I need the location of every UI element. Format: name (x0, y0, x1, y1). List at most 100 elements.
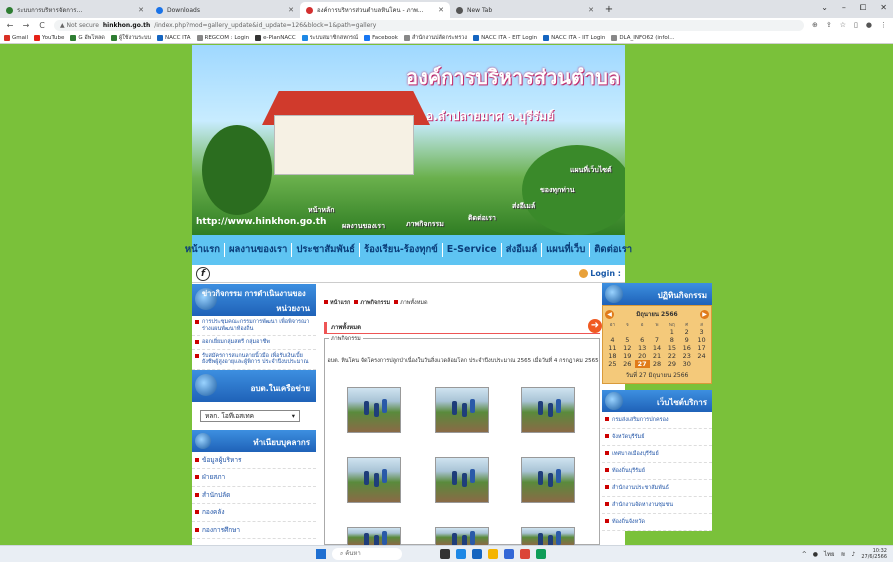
bookmark-item[interactable]: ระบบสมาชิกสหกรณ์ (301, 34, 358, 42)
calendar-day[interactable]: 24 (694, 352, 709, 360)
prev-month-button[interactable]: ◀ (605, 309, 614, 319)
bookmark-item[interactable]: สำนักงานปลัดกระทรวง (403, 34, 467, 42)
calendar-day[interactable]: 19 (620, 352, 635, 360)
calendar-day[interactable]: 26 (620, 360, 635, 368)
calendar-day[interactable]: 18 (605, 352, 620, 360)
line-icon[interactable] (536, 549, 546, 559)
banner-link-email[interactable]: ส่งอีเมล์ (512, 201, 535, 212)
calendar-day[interactable]: 4 (605, 336, 620, 344)
gallery-photo[interactable] (347, 387, 401, 433)
close-icon[interactable]: ✕ (588, 6, 594, 14)
reload-button[interactable]: C (38, 21, 46, 30)
calendar-day[interactable]: 1 (664, 328, 679, 336)
calendar-day[interactable]: 17 (694, 344, 709, 352)
service-link[interactable]: ท้องถิ่นจังหวัด (602, 514, 712, 531)
menu-complaint[interactable]: ร้องเรียน-ร้องทุกข์ (360, 243, 443, 257)
gallery-photo[interactable] (521, 457, 575, 503)
bookmark-item[interactable]: REGCOM : Login (196, 34, 249, 41)
menu-sitemap[interactable]: แผนที่เว็บ (542, 243, 591, 257)
banner-link-works[interactable]: ผลงานของเรา (342, 221, 385, 232)
share-icon[interactable]: ⇪ (826, 21, 832, 29)
calendar-day[interactable]: 7 (650, 336, 665, 344)
menu-contact[interactable]: ติดต่อเรา (590, 243, 636, 257)
bookmark-item[interactable]: DLA_INFO62 (infol... (611, 34, 674, 41)
gallery-photo[interactable] (435, 527, 489, 546)
service-link[interactable]: จังหวัดบุรีรัมย์ (602, 429, 712, 446)
task-view-icon[interactable] (440, 549, 450, 559)
menu-email[interactable]: ส่งอีเมล์ (502, 243, 543, 257)
not-secure-badge[interactable]: ▲ Not secure (60, 22, 99, 29)
banner-link-activity[interactable]: ภาพกิจกรรม (406, 219, 444, 230)
calendar-day[interactable]: 2 (679, 328, 694, 336)
service-link[interactable]: เทศบาลเมืองบุรีรัมย์ (602, 446, 712, 463)
close-icon[interactable]: ✕ (438, 6, 444, 14)
bookmark-item[interactable]: Facebook (364, 34, 398, 41)
wifi-icon[interactable]: ≋ (840, 551, 845, 558)
menu-eservice[interactable]: E-Service (443, 243, 502, 257)
teams-icon[interactable] (472, 549, 482, 559)
gallery-photo[interactable] (347, 527, 401, 546)
side-panel-icon[interactable]: ▯ (854, 21, 858, 29)
calendar-day[interactable]: 10 (694, 336, 709, 344)
taskbar-search-input[interactable]: ⌕ ค้นหา (332, 548, 402, 560)
service-link[interactable]: กรมส่งเสริมการปกครอง (602, 412, 712, 429)
tray-app-icon[interactable]: ● (813, 551, 818, 558)
browser-tab-1[interactable]: ระบบการบริหารจัดการ... ✕ (0, 2, 150, 18)
news-item[interactable]: ออกเยี่ยมกลุ่มสตรี กลุ่มอาชีพ (192, 336, 316, 350)
calendar-day[interactable]: 3 (694, 328, 709, 336)
calendar-day[interactable]: 5 (620, 336, 635, 344)
windows-start-icon[interactable] (316, 549, 326, 559)
bookmark-item[interactable]: NACC ITA - IIT Login (543, 34, 605, 41)
chrome-icon[interactable] (520, 549, 530, 559)
calendar-day[interactable]: 9 (679, 336, 694, 344)
menu-news[interactable]: ประชาสัมพันธ์ (292, 243, 360, 257)
network-select[interactable]: หลก. โอทีเอสเทค ▾ (200, 409, 300, 422)
service-link[interactable]: ท้องถิ่นบุรีรัมย์ (602, 463, 712, 480)
edge-icon[interactable] (456, 549, 466, 559)
close-icon[interactable]: ✕ (138, 6, 144, 14)
maximize-button[interactable]: ⧠ (860, 3, 866, 13)
arrow-right-icon[interactable]: ➜ (588, 319, 602, 333)
calendar-day[interactable]: 29 (664, 360, 679, 368)
banner-link-contact[interactable]: ติดต่อเรา (468, 213, 496, 224)
zoom-icon[interactable]: ⊕ (812, 21, 818, 29)
personnel-item[interactable]: ข้อมูลผู้บริหาร (192, 452, 316, 469)
bookmark-item[interactable]: Gmail (4, 34, 28, 41)
store-icon[interactable] (504, 549, 514, 559)
breadcrumb-item[interactable]: ภาพกิจกรรม (354, 299, 390, 307)
flash-icon[interactable]: f (196, 267, 210, 281)
personnel-item[interactable]: สำนักปลัด (192, 487, 316, 504)
calendar-day[interactable]: 13 (635, 344, 650, 352)
calendar-day[interactable]: 21 (650, 352, 665, 360)
gallery-photo[interactable] (521, 387, 575, 433)
back-button[interactable]: ← (6, 21, 14, 30)
calendar-day[interactable]: 27 (634, 360, 650, 368)
calendar-day[interactable]: 15 (664, 344, 679, 352)
bookmark-item[interactable]: G อัพโหลด (70, 34, 105, 42)
browser-tab-3[interactable]: องค์การบริหารส่วนตำบลหินโคน - ภาพ... ✕ (300, 2, 450, 18)
service-link[interactable]: สำนักงานประชาสัมพันธ์ (602, 480, 712, 497)
news-item[interactable]: การประชุมคณะกรรมการพัฒนา เพื่อพิจารณาร่า… (192, 316, 316, 336)
menu-icon[interactable]: ⋮ (880, 21, 887, 29)
bookmark-item[interactable]: YouTube (34, 34, 64, 41)
new-tab-button[interactable]: + (602, 4, 616, 18)
banner-link-home[interactable]: หน้าหลัก (308, 205, 334, 216)
url-input[interactable]: ▲ Not secure hinkhon.go.th/index.php?mod… (54, 19, 804, 31)
gallery-photo[interactable] (347, 457, 401, 503)
calendar-day[interactable]: 23 (679, 352, 694, 360)
input-language[interactable]: ไทย (824, 549, 835, 559)
file-explorer-icon[interactable] (488, 549, 498, 559)
next-month-button[interactable]: ▶ (700, 309, 709, 319)
calendar-day[interactable]: 25 (605, 360, 620, 368)
personnel-item[interactable]: กองการศึกษา (192, 522, 316, 539)
calendar-day[interactable]: 14 (650, 344, 665, 352)
calendar-day[interactable]: 8 (664, 336, 679, 344)
calendar-day[interactable]: 30 (679, 360, 694, 368)
login-link[interactable]: Login : (579, 269, 621, 278)
service-link[interactable]: สำนักงานจัดหางานชุมชน (602, 497, 712, 514)
calendar-day[interactable]: 20 (635, 352, 650, 360)
browser-tab-4[interactable]: New Tab ✕ (450, 2, 600, 18)
volume-icon[interactable]: ♪ (852, 551, 856, 558)
gallery-photo[interactable] (435, 387, 489, 433)
menu-works[interactable]: ผลงานของเรา (225, 243, 293, 257)
